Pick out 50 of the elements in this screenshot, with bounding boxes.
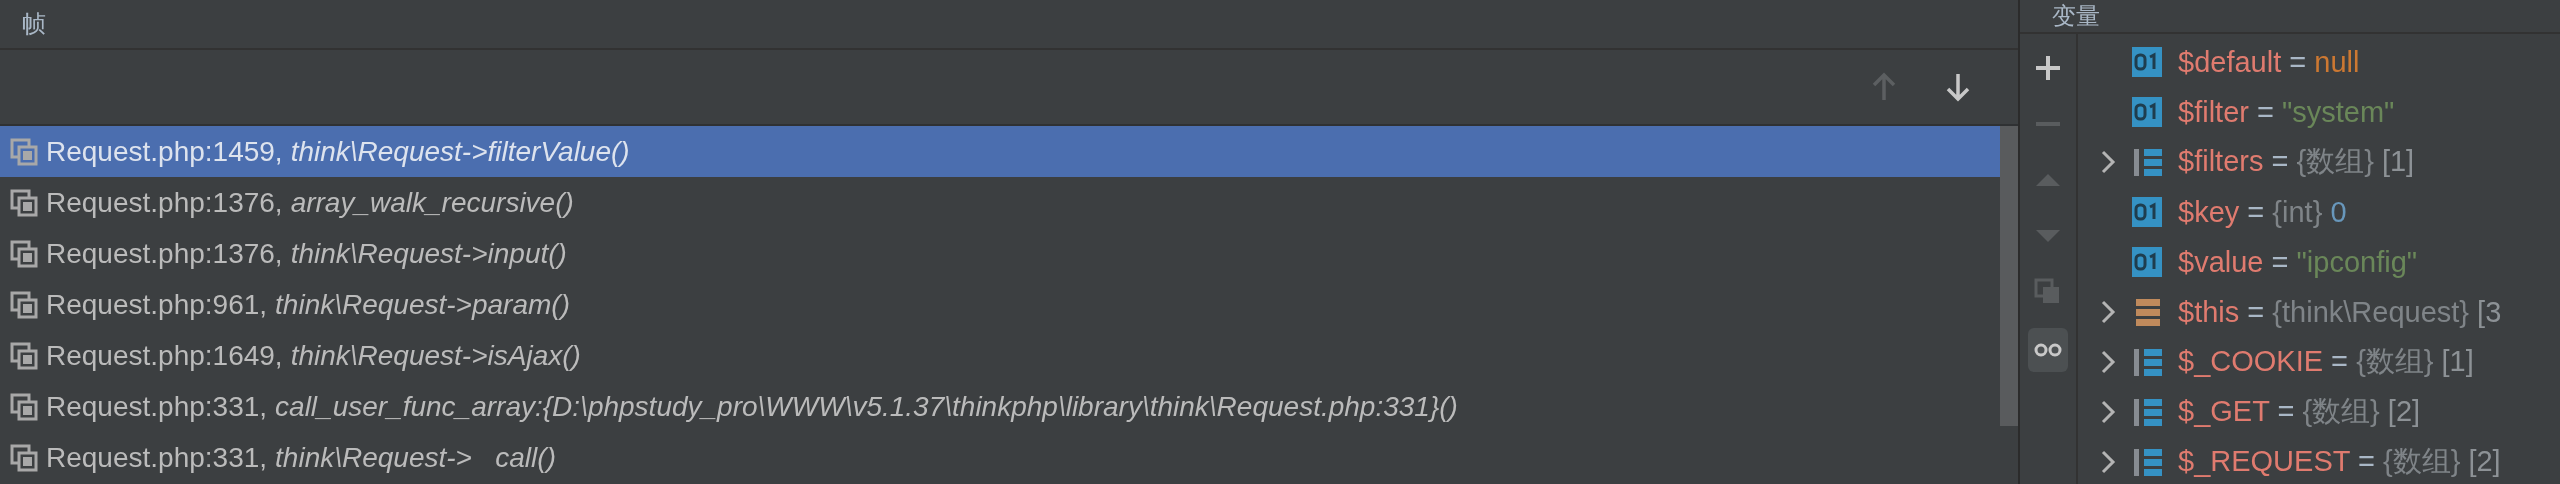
frame-icon (10, 393, 38, 422)
stack-frame-row[interactable]: Request.php:1376, think\Request->input() (0, 228, 2000, 280)
frame-location: Request.php:961, (46, 289, 268, 321)
chevron-icon[interactable] (2100, 449, 2116, 475)
variable-entry[interactable]: $default = null (2178, 45, 2360, 79)
frame-icon (10, 291, 38, 319)
frame-location: Request.php:1459, (46, 135, 283, 168)
down-triangle-icon (2036, 230, 2060, 242)
stack-frame-row[interactable]: Request.php:1376, array_walk_recursive() (0, 177, 2000, 229)
stack-frame-row[interactable]: Request.php:1649, think\Request->isAjax() (0, 330, 2000, 382)
copy-icon (2034, 278, 2062, 306)
frame-method: think\Request->isAjax() (290, 340, 581, 373)
frame-method: think\Request->input() (290, 237, 567, 270)
frame-method: think\Request-> call() (275, 442, 556, 475)
variable-entry[interactable]: $filter = "system" (2178, 95, 2395, 129)
variable-entry[interactable]: $value = "ipconfig" (2178, 245, 2418, 279)
frame-location: Request.php:1376, (46, 186, 283, 219)
panel-title: 变量 (2052, 1, 2100, 32)
frame-icon (10, 239, 38, 268)
frame-icon (10, 444, 38, 473)
chevron-icon[interactable] (2100, 349, 2116, 375)
stack-frame-row[interactable]: Request.php:1459, think\Request->filterValue() (0, 126, 2000, 178)
frame-location: Request.php:331, (46, 391, 268, 424)
variable-entry[interactable]: $key = {int} 0 (2178, 195, 2347, 229)
frame-method: array_walk_recursive() (290, 186, 574, 219)
variable-entry[interactable]: $_REQUEST = {数组} [2] (2178, 442, 2501, 482)
frame-location: Request.php:1649, (46, 340, 283, 373)
variable-entry[interactable]: $this = {think\Request} [3 (2178, 295, 2502, 329)
panel-title: 帧 (22, 9, 46, 40)
scrollbar-thumb[interactable] (2000, 126, 2018, 426)
frame-icon (10, 188, 38, 217)
plus-icon (2034, 54, 2062, 82)
frame-icon (10, 342, 38, 371)
variable-entry[interactable]: $_GET = {数组} [2] (2178, 392, 2421, 432)
chevron-icon[interactable] (2100, 149, 2116, 175)
stack-frame-row[interactable]: Request.php:961, think\Request->param() (0, 279, 2000, 331)
up-triangle-icon (2036, 174, 2060, 186)
variable-entry[interactable]: $_COOKIE = {数组} [1] (2178, 342, 2474, 382)
variable-entry[interactable]: $filters = {数组} [1] (2178, 142, 2415, 182)
stack-frame-row[interactable]: Request.php:331, think\Request-> call() (0, 432, 2000, 484)
frame-location: Request.php:331, (46, 442, 268, 475)
chevron-icon[interactable] (2100, 299, 2116, 325)
frame-method: call_user_func_array:{D:\phpstudy_pro\WWW\v5.1.37\thinkphp\library\think\Request.php:331}() (275, 391, 1458, 424)
watch-button[interactable] (2028, 328, 2068, 372)
frame-location: Request.php:1376, (46, 237, 283, 270)
frame-icon (10, 137, 38, 166)
chevron-icon[interactable] (2100, 399, 2116, 425)
frame-method: think\Request->filterValue() (290, 135, 630, 168)
frame-method: think\Request->param() (275, 289, 570, 321)
stack-frame-row[interactable]: Request.php:331, call_user_func_array:{D:\phpstudy_pro\WWW\v5.1.37\thinkphp\library\think\Request.php:331}() (0, 381, 2000, 433)
